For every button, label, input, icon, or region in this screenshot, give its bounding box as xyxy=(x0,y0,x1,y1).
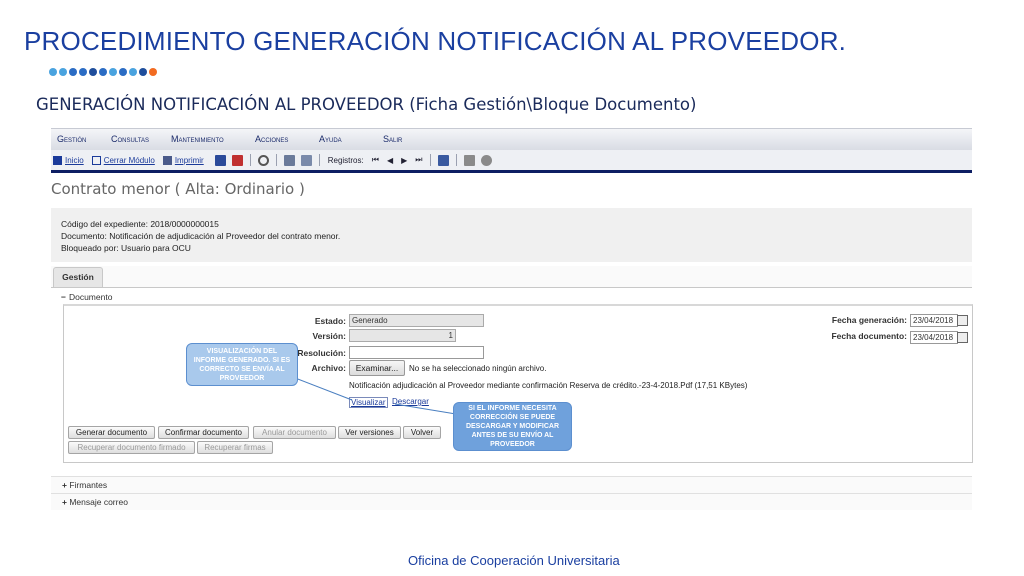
imprimir-link[interactable]: Imprimir xyxy=(162,155,204,165)
section-documento-header[interactable]: − Documento xyxy=(61,292,112,302)
tab-gestion[interactable]: Gestión xyxy=(53,267,103,287)
descargar-link[interactable]: Descargar xyxy=(392,397,429,406)
toolbar-separator xyxy=(249,154,251,166)
volver-button[interactable]: Volver xyxy=(403,426,441,439)
no-file-text: No se ha seleccionado ningún archivo. xyxy=(409,364,547,373)
page-heading: Contrato menor ( Alta: Ordinario ) xyxy=(51,180,305,198)
slide-title: PROCEDIMIENTO GENERACIÓN NOTIFICACIÓN AL… xyxy=(24,26,846,57)
app-window: Gestión Consultas Mantenimiento Acciones… xyxy=(51,128,973,520)
menu-ayuda[interactable]: Ayuda xyxy=(319,129,383,150)
decorative-dot xyxy=(149,68,157,76)
delete-icon[interactable] xyxy=(231,154,243,166)
close-module-icon xyxy=(91,155,101,165)
fecha-documento-label: Fecha documento: xyxy=(831,331,907,341)
section-firmantes[interactable]: + Firmantes xyxy=(51,476,972,493)
file-name-text: Notificación adjudicación al Proveedor m… xyxy=(349,381,748,390)
examinar-button[interactable]: Examinar... xyxy=(349,360,405,376)
slide-footer: Oficina de Cooperación Universitaria xyxy=(408,553,620,568)
gear-icon[interactable] xyxy=(481,154,493,166)
cerrar-modulo-label: Cerrar Módulo xyxy=(103,155,155,165)
menu-mantenimiento[interactable]: Mantenimiento xyxy=(171,129,255,150)
decorative-dot xyxy=(59,68,67,76)
last-record-icon[interactable]: ⏭ xyxy=(415,155,422,165)
decorative-dot xyxy=(119,68,127,76)
inicio-label: Inicio xyxy=(65,155,84,165)
estado-label: Estado: xyxy=(314,316,346,326)
confirmar-documento-button[interactable]: Confirmar documento xyxy=(158,426,249,439)
collapse-icon: − xyxy=(61,292,66,302)
section-documento-label: Documento xyxy=(68,292,113,302)
tab-strip: Gestión xyxy=(51,266,972,288)
decorative-dot xyxy=(109,68,117,76)
firmantes-header: + Firmantes xyxy=(62,480,107,490)
registros-label: Registros: xyxy=(327,155,364,165)
cerrar-modulo-link[interactable]: Cerrar Módulo xyxy=(91,155,155,165)
inicio-link[interactable]: Inicio xyxy=(53,155,84,165)
fecha-generacion-input[interactable]: 23/04/2018 xyxy=(910,314,958,327)
slide-title-dot: . xyxy=(838,26,847,56)
menu-gestion[interactable]: Gestión xyxy=(57,129,111,150)
ver-versiones-button[interactable]: Ver versiones xyxy=(338,426,401,439)
decorative-dot xyxy=(49,68,57,76)
printer-icon xyxy=(162,155,172,165)
tools-icon[interactable] xyxy=(464,154,476,166)
decorative-dot xyxy=(129,68,137,76)
calendar-icon[interactable] xyxy=(957,332,968,343)
version-label: Versión: xyxy=(312,331,346,341)
toolbar-separator xyxy=(430,154,432,166)
next-record-icon[interactable]: ▶ xyxy=(401,156,407,165)
slide-subtitle: GENERACIÓN NOTIFICACIÓN AL PROVEEDOR (Fi… xyxy=(36,95,697,114)
callout-descargar: SI EL INFORME NECESITA CORRECCIÓN SE PUE… xyxy=(453,402,572,451)
receive-icon[interactable] xyxy=(300,154,312,166)
expand-icon: + xyxy=(62,480,67,490)
mensaje-correo-header: + Mensaje correo xyxy=(62,497,128,507)
fecha-documento-input[interactable]: 23/04/2018 xyxy=(910,331,958,344)
fecha-generacion-label: Fecha generación: xyxy=(831,315,907,325)
toolbar-separator xyxy=(275,154,277,166)
resolucion-input[interactable] xyxy=(349,346,484,359)
firmantes-label: Firmantes xyxy=(69,480,108,490)
info-bloqueado: Bloqueado por: Usuario para OCU xyxy=(61,243,191,253)
toolbar-separator xyxy=(456,154,458,166)
menu-bar: Gestión Consultas Mantenimiento Acciones… xyxy=(51,128,972,151)
menu-acciones[interactable]: Acciones xyxy=(255,129,319,150)
decorative-dots xyxy=(49,68,157,76)
estado-field: Generado xyxy=(349,314,484,327)
calendar-icon[interactable] xyxy=(957,315,968,326)
send-icon[interactable] xyxy=(283,154,295,166)
decorative-dot xyxy=(79,68,87,76)
expand-icon: + xyxy=(62,497,67,507)
toolbar: Inicio Cerrar Módulo Imprimir Registros:… xyxy=(51,150,972,173)
decorative-dot xyxy=(139,68,147,76)
recuperar-documento-firmado-button[interactable]: Recuperar documento firmado xyxy=(68,441,195,454)
version-field: 1 xyxy=(349,329,456,342)
search-icon[interactable] xyxy=(257,154,269,166)
visualizar-link[interactable]: Visualizar xyxy=(349,397,388,408)
imprimir-label: Imprimir xyxy=(174,155,204,165)
menu-consultas[interactable]: Consultas xyxy=(111,129,171,150)
mensaje-correo-label: Mensaje correo xyxy=(69,497,128,507)
slide-title-text: PROCEDIMIENTO GENERACIÓN NOTIFICACIÓN AL… xyxy=(24,26,839,56)
first-record-icon[interactable]: ⏮ xyxy=(372,155,379,165)
info-documento: Documento: Notificación de adjudicación … xyxy=(61,231,341,241)
menu-salir[interactable]: Salir xyxy=(383,129,433,150)
save-icon[interactable] xyxy=(214,154,226,166)
decorative-dot xyxy=(99,68,107,76)
recuperar-firmas-button[interactable]: Recuperar firmas xyxy=(197,441,273,454)
callout-visualizar: VISUALIZACIÓN DEL INFORME GENERADO. SI E… xyxy=(186,343,298,386)
anular-documento-button[interactable]: Anular documento xyxy=(253,426,336,439)
home-icon xyxy=(53,155,62,165)
info-codigo: Código del expediente: 2018/0000000015 xyxy=(61,219,219,229)
prev-record-icon[interactable]: ◀ xyxy=(387,156,393,165)
list-icon[interactable] xyxy=(438,154,450,166)
section-mensaje-correo[interactable]: + Mensaje correo xyxy=(51,493,972,510)
decorative-dot xyxy=(69,68,77,76)
generar-documento-button[interactable]: Generar documento xyxy=(68,426,155,439)
toolbar-separator xyxy=(318,154,320,166)
decorative-dot xyxy=(89,68,97,76)
expediente-info: Código del expediente: 2018/0000000015 D… xyxy=(51,208,972,262)
